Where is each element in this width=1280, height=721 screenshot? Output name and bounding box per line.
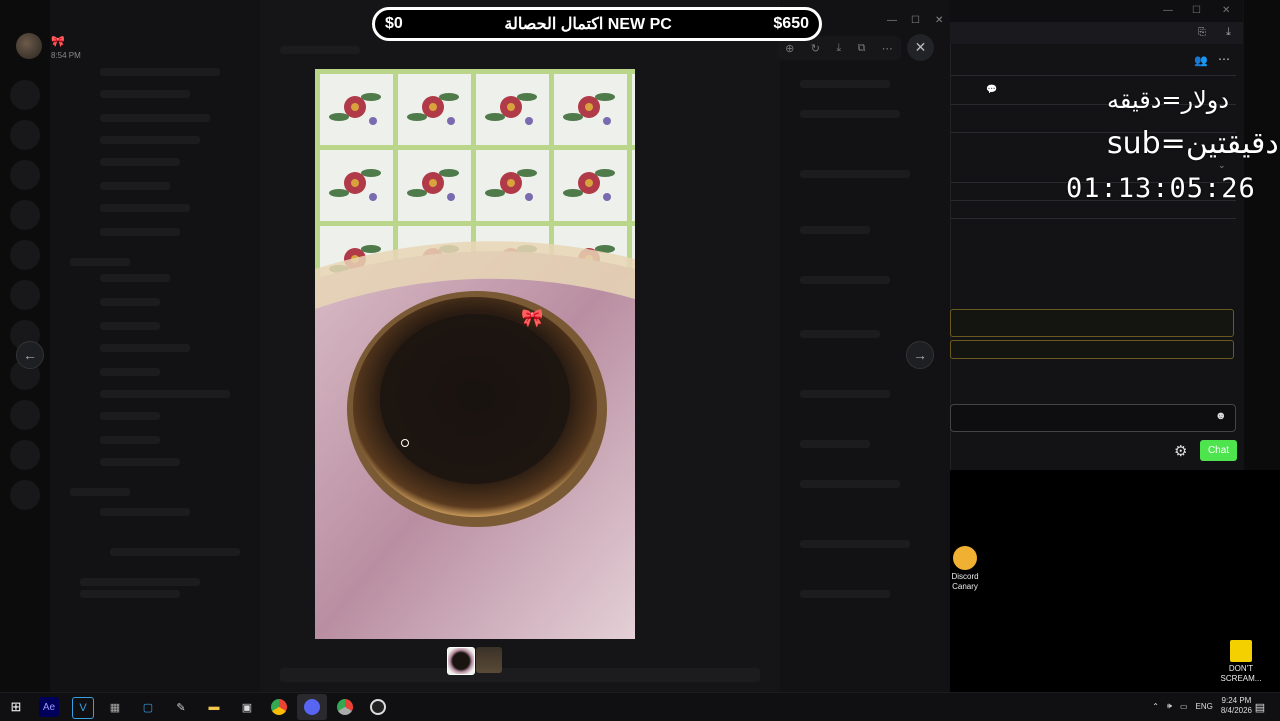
- desktop-icon-dont-scream[interactable]: DON'T SCREAM...: [1219, 640, 1263, 683]
- thumbnail-2[interactable]: [476, 647, 502, 673]
- cursor-icon: [401, 439, 409, 447]
- arrow-left-icon: ←: [23, 347, 37, 363]
- volume-icon[interactable]: 🕪: [1167, 701, 1172, 711]
- chat-send-button[interactable]: Chat: [1200, 440, 1237, 461]
- panel-minimize-icon[interactable]: —: [1163, 5, 1173, 16]
- goal-title: اكتمال الحصالة NEW PC: [504, 16, 672, 33]
- open-external-icon[interactable]: ⧉: [858, 42, 866, 55]
- dont-scream-icon: [1230, 640, 1252, 662]
- after-effects-icon[interactable]: Ae: [39, 697, 59, 717]
- maximize-icon[interactable]: ☐: [911, 15, 920, 26]
- taskbar: ⊞ Ae V ▦ ▢ ✎ ▬ ▣ ⌃ 🕪 ▭ ENG 9:24 PM 8/4/2…: [0, 692, 1280, 721]
- notifications-icon[interactable]: ▤: [1250, 697, 1270, 717]
- users-icon[interactable]: 👥: [1194, 54, 1208, 67]
- chevron-up-icon[interactable]: ⌃: [1152, 702, 1159, 711]
- desktop-icon-discord-canary[interactable]: Discord Canary: [943, 546, 987, 591]
- chrome-icon[interactable]: [269, 697, 289, 717]
- language-indicator[interactable]: ENG: [1196, 702, 1213, 711]
- dollar-rate-text: دولار=دقيقه: [1107, 86, 1230, 114]
- download-icon[interactable]: ⤓: [1226, 26, 1231, 39]
- window-app-icon[interactable]: ▢: [138, 697, 158, 717]
- emoji-icon[interactable]: ☻: [1215, 410, 1227, 422]
- sub-rate-text: sub=دقيقتين: [1107, 126, 1279, 161]
- file-explorer-icon[interactable]: ▬: [204, 697, 224, 717]
- chrome-dev-icon[interactable]: [335, 697, 355, 717]
- translate-icon[interactable]: ⎘: [1198, 27, 1206, 38]
- close-viewer-button[interactable]: ✕: [907, 34, 934, 61]
- chat-input[interactable]: [950, 404, 1236, 432]
- thumbnail-1[interactable]: [447, 647, 475, 675]
- bow-icon: 🎀: [51, 36, 65, 48]
- rotate-icon[interactable]: ↻: [811, 42, 820, 55]
- panel-maximize-icon[interactable]: ☐: [1192, 5, 1201, 16]
- thumbnail-strip: [447, 647, 503, 675]
- zoom-icon[interactable]: ⊕: [785, 42, 794, 55]
- more-icon[interactable]: ⋯: [882, 42, 893, 55]
- previous-image-button[interactable]: ←: [16, 341, 44, 369]
- discord-canary-icon: [953, 546, 977, 570]
- highlighted-message-2: [950, 340, 1234, 359]
- more-options-icon[interactable]: ⋯: [1218, 52, 1230, 66]
- chat-bubble-icon: 💬: [986, 84, 998, 94]
- goal-target-amount: $650: [773, 15, 809, 32]
- panel-close-icon[interactable]: ✕: [1222, 5, 1230, 16]
- chevron-down-icon[interactable]: ⌄: [1218, 160, 1226, 171]
- upload-time: 8:54 PM: [51, 51, 81, 60]
- donation-goal-bar: $0 اكتمال الحصالة NEW PC $650: [372, 7, 822, 41]
- tool-icon[interactable]: ✎: [171, 697, 191, 717]
- stream-chat-panel: [950, 0, 1244, 470]
- discord-icon[interactable]: [302, 697, 322, 717]
- uploader-avatar[interactable]: [16, 33, 42, 59]
- window-close-icon[interactable]: ✕: [935, 15, 943, 26]
- obs-icon[interactable]: [368, 697, 388, 717]
- start-icon[interactable]: ⊞: [6, 697, 26, 717]
- download-icon[interactable]: ⤓: [836, 42, 841, 55]
- system-tray: ⌃ 🕪 ▭ ENG 9:24 PM 8/4/2026: [1152, 696, 1252, 716]
- burnt-cake-photo: [315, 69, 635, 639]
- channel-list: [50, 0, 260, 692]
- viewed-image[interactable]: [315, 69, 635, 639]
- store-icon[interactable]: ▣: [237, 697, 257, 717]
- calculator-icon[interactable]: ▦: [105, 697, 125, 717]
- goal-start-amount: $0: [385, 15, 403, 32]
- pink-bow-icon: 🎀: [521, 308, 544, 328]
- network-icon[interactable]: ▭: [1180, 702, 1188, 711]
- next-image-button[interactable]: →: [906, 341, 934, 369]
- minimize-icon[interactable]: —: [887, 15, 897, 26]
- close-icon: ✕: [914, 39, 927, 55]
- subathon-timer: 01:13:05:26: [1066, 173, 1256, 204]
- highlighted-message-1: [950, 309, 1234, 337]
- clock[interactable]: 9:24 PM 8/4/2026: [1221, 696, 1252, 716]
- vegas-icon[interactable]: V: [72, 697, 94, 719]
- gear-icon[interactable]: ⚙: [1174, 442, 1187, 460]
- arrow-right-icon: →: [913, 347, 927, 363]
